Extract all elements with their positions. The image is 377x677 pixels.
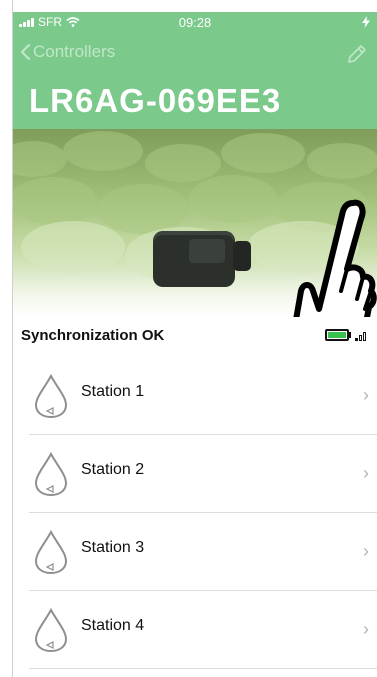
station-row[interactable]: Station 3 › xyxy=(29,513,377,591)
battery-icon xyxy=(325,329,349,341)
edit-button[interactable] xyxy=(345,42,369,71)
navigation-bar: Controllers xyxy=(13,40,377,68)
station-name: Station 1 xyxy=(81,383,145,400)
back-chevron-icon xyxy=(20,43,31,61)
hero-image xyxy=(13,129,377,317)
back-label: Controllers xyxy=(33,42,116,61)
sync-status-row: Synchronization OK xyxy=(13,317,377,355)
chevron-right-icon: › xyxy=(363,463,369,483)
water-drop-icon xyxy=(34,451,68,497)
station-row[interactable]: Station 1 › xyxy=(29,357,377,435)
water-drop-icon xyxy=(34,529,68,575)
station-row[interactable]: Station 2 › xyxy=(29,435,377,513)
station-list: Station 1 › Station 2 › Station 3 › Stat… xyxy=(13,357,377,669)
pointing-hand-icon xyxy=(293,199,377,317)
header: SFR 09:28 Controllers LR6AG-069EE3 xyxy=(13,12,377,129)
water-drop-icon xyxy=(34,373,68,419)
sync-status-label: Synchronization OK xyxy=(21,327,165,344)
station-name: Station 3 xyxy=(81,539,145,556)
chevron-right-icon: › xyxy=(363,385,369,405)
status-time: 09:28 xyxy=(178,15,212,30)
water-drop-icon xyxy=(34,607,68,653)
charging-battery-icon xyxy=(361,16,371,31)
station-name: Station 2 xyxy=(81,461,145,478)
controller-device-image xyxy=(153,225,253,289)
station-row[interactable]: Station 4 › xyxy=(29,591,377,669)
chevron-right-icon: › xyxy=(363,541,369,561)
chevron-right-icon: › xyxy=(363,619,369,639)
app-screen: SFR 09:28 Controllers LR6AG-069EE3 Synch… xyxy=(13,12,377,677)
signal-strength-icon xyxy=(355,331,366,341)
edit-pencil-icon xyxy=(348,45,366,63)
back-button[interactable]: Controllers xyxy=(19,42,115,62)
battery-tip xyxy=(349,332,351,338)
station-name: Station 4 xyxy=(81,617,145,634)
status-bar: SFR 09:28 xyxy=(13,12,377,34)
controller-title: LR6AG-069EE3 xyxy=(29,82,282,119)
